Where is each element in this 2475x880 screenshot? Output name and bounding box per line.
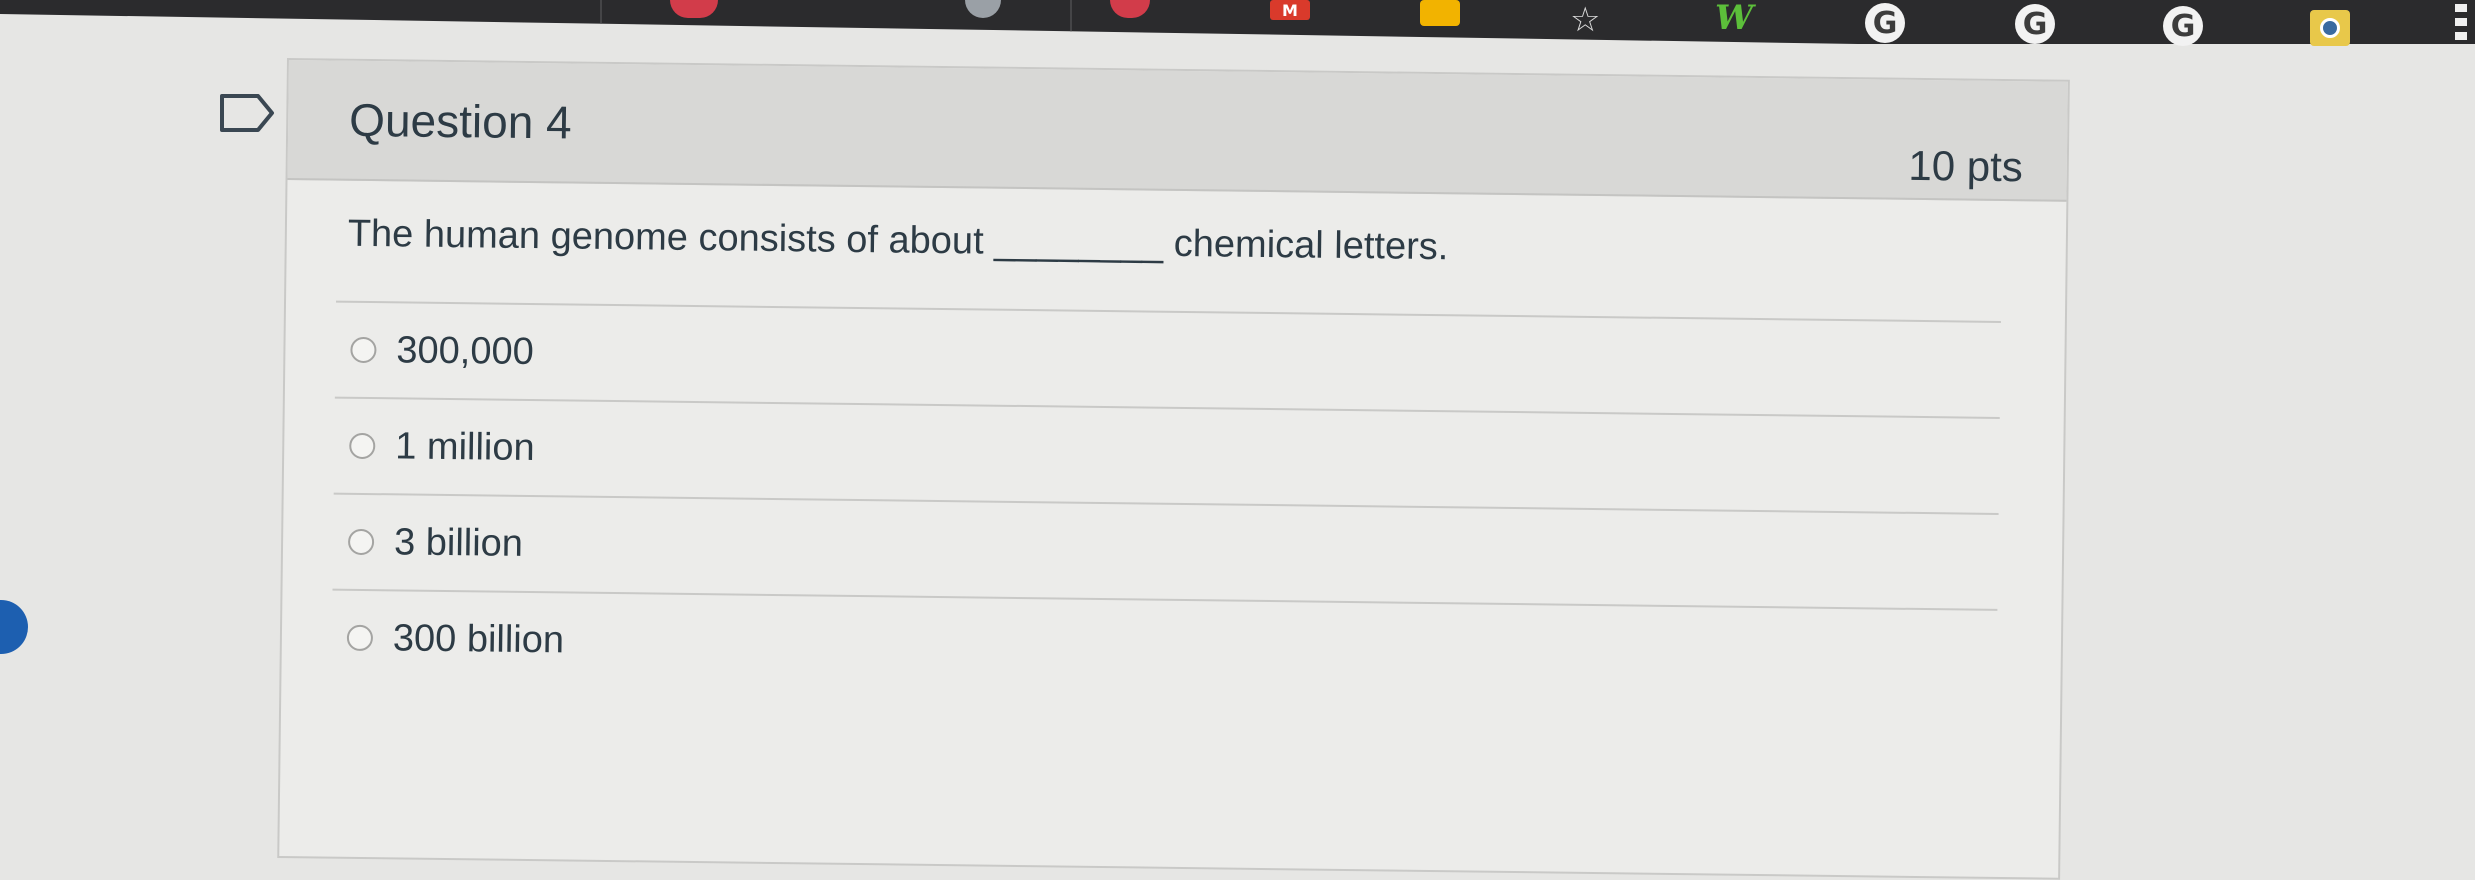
apps-grid-icon[interactable] (2455, 4, 2467, 44)
answer-label: 300,000 (396, 328, 535, 373)
question-points: 10 pts (1908, 141, 2024, 191)
bookmark-red-seal-icon[interactable] (1110, 0, 1150, 18)
answer-label: 300 billion (392, 616, 565, 661)
question-card: Question 4 10 pts The human genome consi… (277, 58, 2070, 880)
bookmark-image-icon[interactable] (2310, 10, 2350, 46)
question-text: The human genome consists of about _____… (347, 212, 1449, 269)
radio-button[interactable] (346, 624, 374, 652)
radio-button[interactable] (347, 528, 375, 556)
answer-label: 3 billion (393, 520, 524, 565)
bookmark-bar: M ☆ W G G G (0, 0, 2475, 46)
answer-option[interactable]: 300 billion (331, 588, 1998, 705)
answer-label: 1 million (395, 424, 535, 469)
bookmark-m-icon[interactable]: M (1270, 0, 1310, 20)
radio-button[interactable] (350, 336, 377, 364)
question-header: Question 4 10 pts (287, 60, 2068, 202)
bookmark-star-icon[interactable]: ☆ (1570, 0, 1600, 40)
bookmark-google-icon[interactable]: G (2163, 6, 2203, 46)
edge-indicator (0, 600, 28, 654)
bookmark-note-icon[interactable] (1420, 0, 1460, 26)
radio-button[interactable] (349, 432, 376, 460)
bookmark-w-icon[interactable]: W (1715, 0, 1753, 38)
flag-question-icon[interactable] (218, 90, 278, 136)
bookmark-google-icon[interactable]: G (1865, 3, 1905, 43)
bookmark-google-icon[interactable]: G (2015, 4, 2055, 44)
answer-list: 300,000 1 million 3 billion 300 billion (331, 300, 2001, 705)
browser-tab[interactable] (0, 0, 602, 40)
question-title: Question 4 (348, 93, 573, 149)
